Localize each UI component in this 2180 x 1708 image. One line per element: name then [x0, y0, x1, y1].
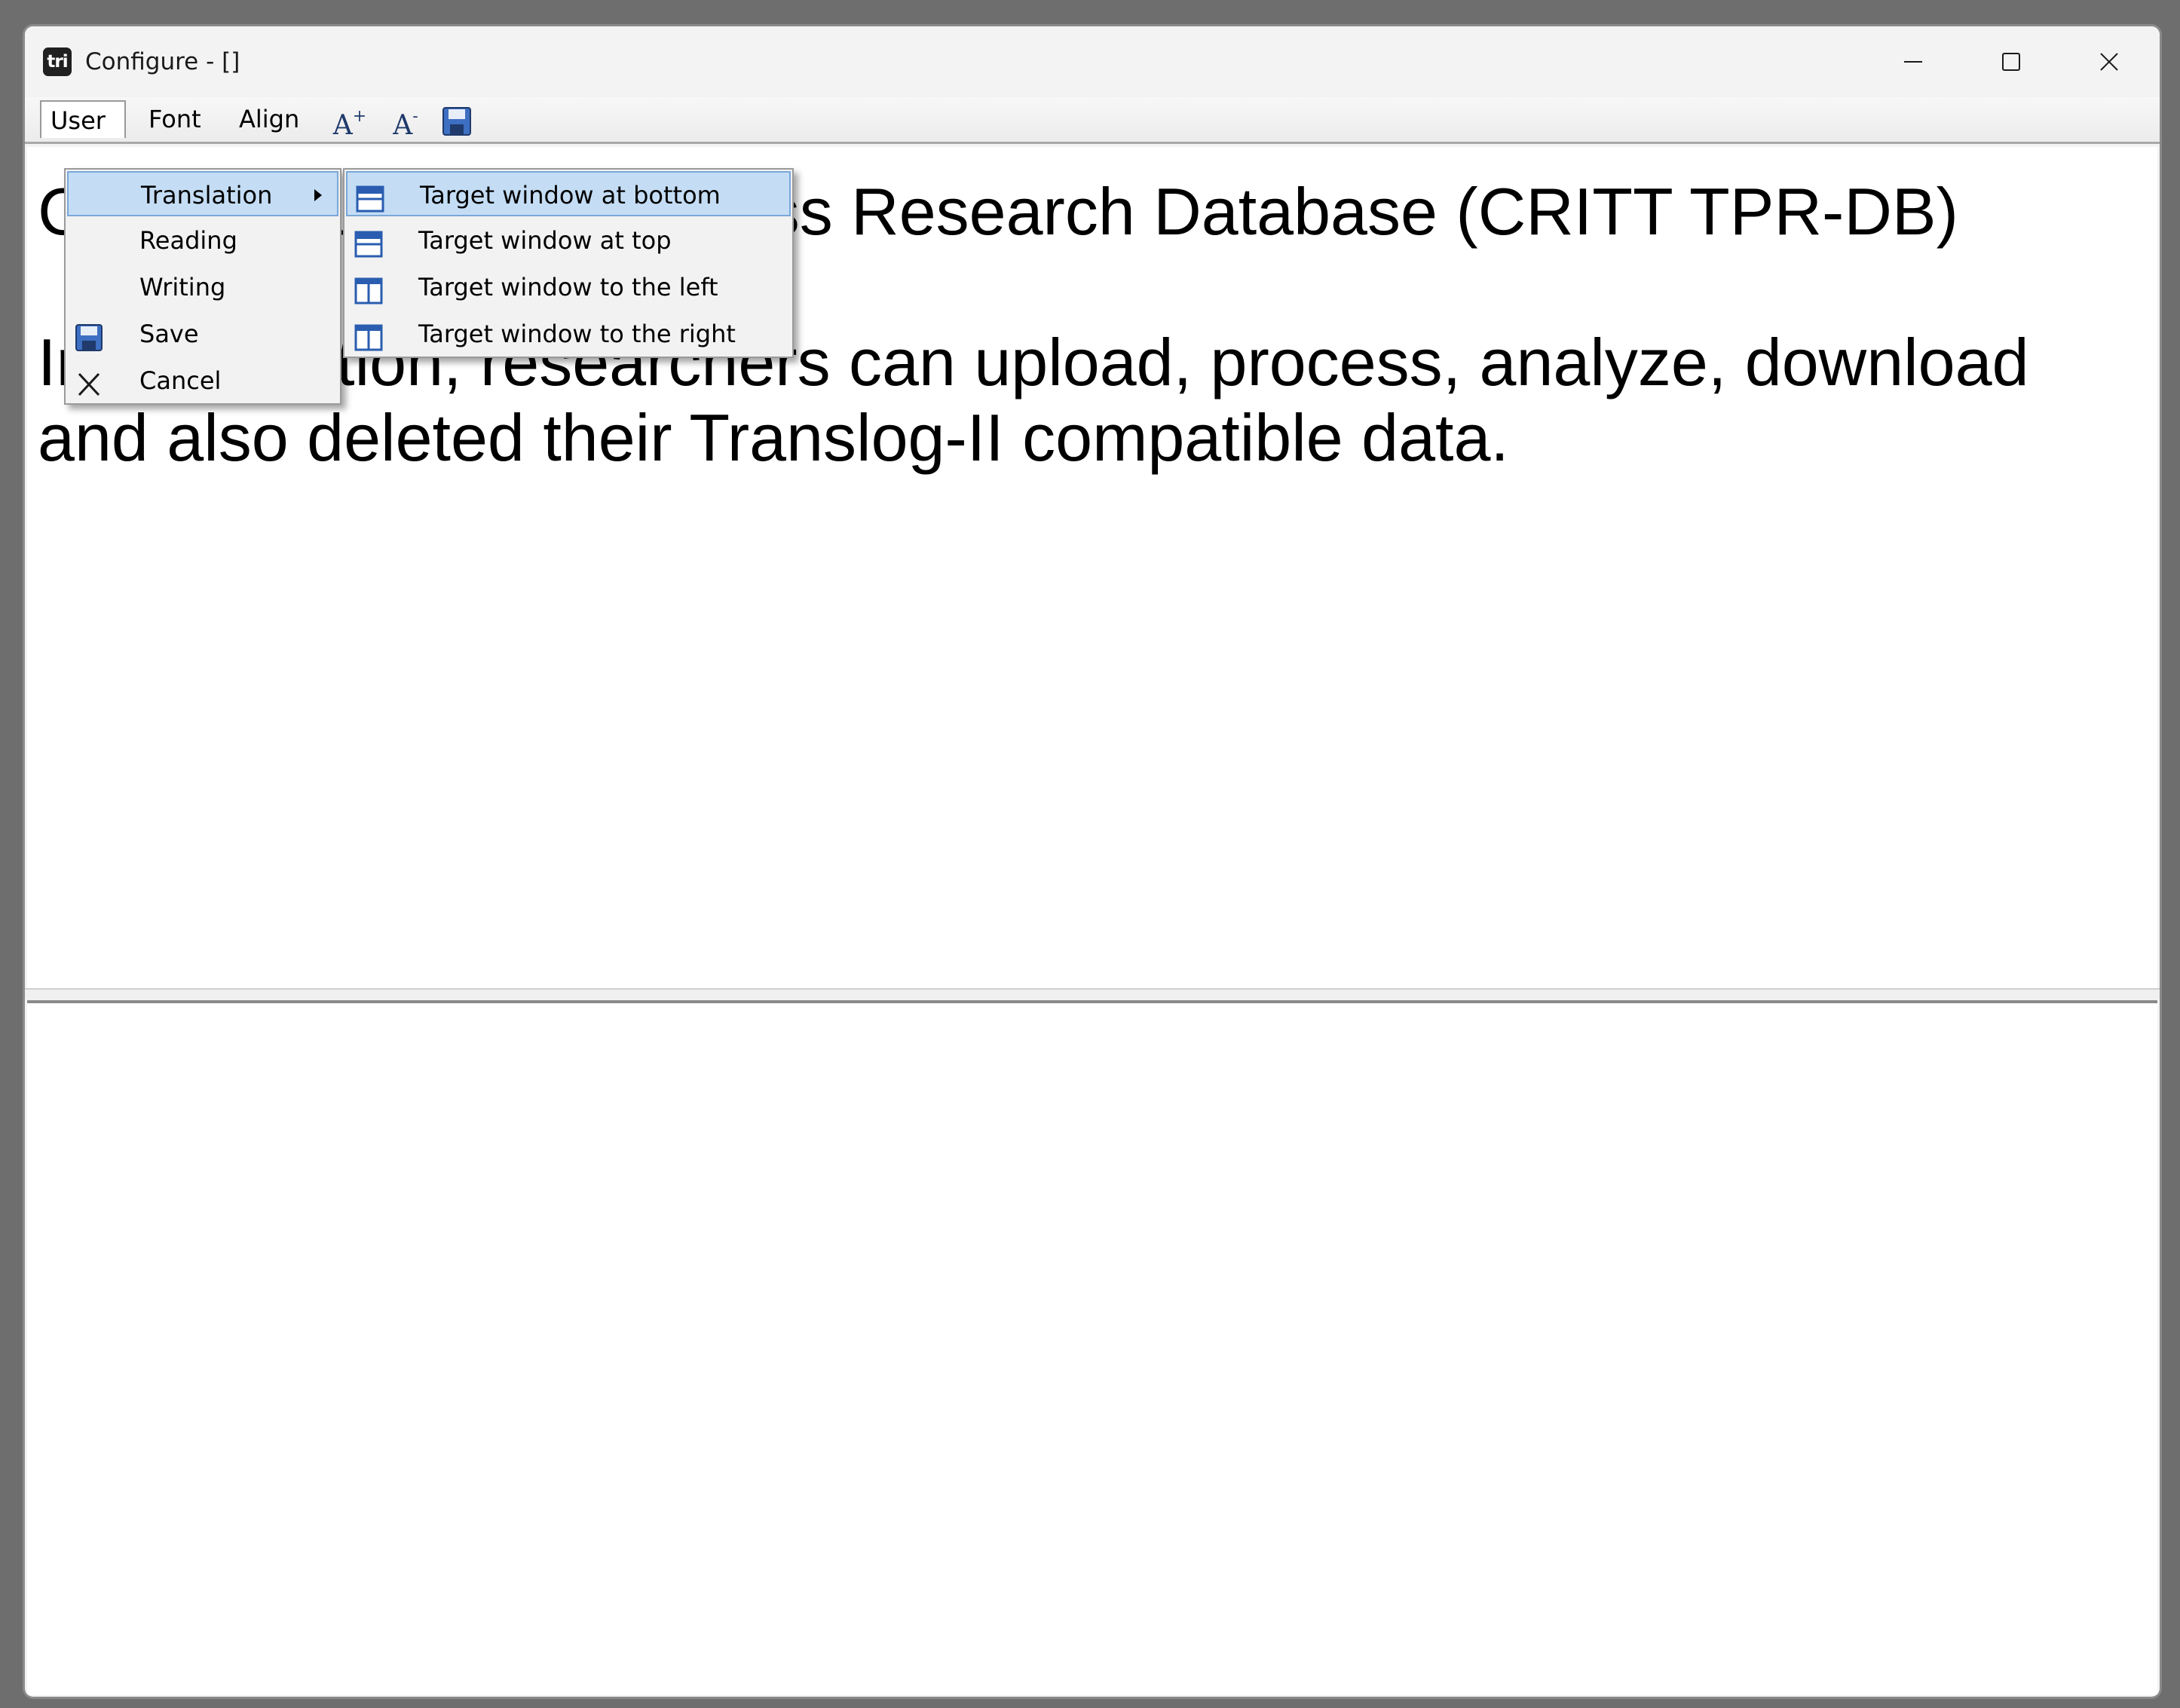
maximize-icon: [2002, 53, 2020, 71]
menu-item-translation[interactable]: Translation: [67, 171, 338, 216]
toolbar-save-button[interactable]: [438, 106, 476, 139]
menu-user[interactable]: User: [40, 100, 126, 138]
close-button[interactable]: [2060, 26, 2158, 97]
menu-item-writing[interactable]: Writing: [67, 265, 338, 310]
menu-item-save[interactable]: Save: [67, 311, 338, 357]
submenu-arrow-icon: [314, 189, 322, 201]
submenu-item-target-right[interactable]: Target window to the right: [346, 311, 791, 357]
title-bar[interactable]: tri Configure - []: [25, 26, 2160, 97]
menu-item-cancel[interactable]: Cancel: [67, 358, 338, 403]
submenu-item-target-top[interactable]: Target window at top: [346, 218, 791, 263]
layout-horizontal-icon: [355, 182, 385, 213]
submenu-item-label: Target window at bottom: [420, 181, 721, 210]
font-increase-icon: A+: [332, 107, 367, 141]
desktop: tri Configure - [] User Font Align A+ A-…: [0, 0, 2180, 1708]
menu-item-label: Reading: [139, 226, 237, 255]
configure-window: tri Configure - [] User Font Align A+ A-…: [23, 24, 2162, 1699]
submenu-item-target-left[interactable]: Target window to the left: [346, 265, 791, 310]
close-icon: [2100, 53, 2118, 71]
pane-splitter[interactable]: [25, 988, 2160, 1000]
layout-horizontal-icon: [354, 227, 384, 258]
menu-item-label: Cancel: [139, 366, 222, 395]
font-decrease-button[interactable]: A-: [387, 103, 424, 141]
submenu-item-label: Target window to the right: [418, 320, 736, 348]
minimize-button[interactable]: [1864, 26, 1962, 97]
app-icon: tri: [43, 47, 72, 76]
menu-align[interactable]: Align: [230, 100, 308, 138]
layout-vertical-icon: [354, 320, 384, 351]
maximize-button[interactable]: [1962, 26, 2060, 97]
user-menu-dropdown: Translation Reading Writing Save Cancel: [64, 168, 341, 405]
menu-item-label: Writing: [139, 273, 226, 302]
menu-item-label: Translation: [141, 181, 273, 210]
translation-submenu: Target window at bottom Target window at…: [343, 168, 794, 358]
save-icon: [442, 107, 471, 136]
menu-bar: User Font Align A+ A-: [25, 97, 2160, 144]
font-decrease-icon: A-: [393, 107, 418, 141]
menu-item-label: Save: [139, 320, 199, 348]
layout-vertical-icon: [354, 274, 384, 305]
save-icon: [75, 320, 105, 351]
menu-item-reading[interactable]: Reading: [67, 218, 338, 263]
submenu-item-label: Target window at top: [418, 226, 672, 255]
cancel-icon: [75, 367, 105, 396]
menu-font[interactable]: Font: [139, 100, 210, 138]
submenu-item-target-bottom[interactable]: Target window at bottom: [346, 171, 791, 216]
font-increase-button[interactable]: A+: [331, 103, 369, 141]
minimize-icon: [1904, 61, 1922, 63]
window-title: Configure - []: [85, 48, 240, 75]
target-text-pane[interactable]: [27, 1000, 2157, 1695]
submenu-item-label: Target window to the left: [418, 273, 718, 302]
